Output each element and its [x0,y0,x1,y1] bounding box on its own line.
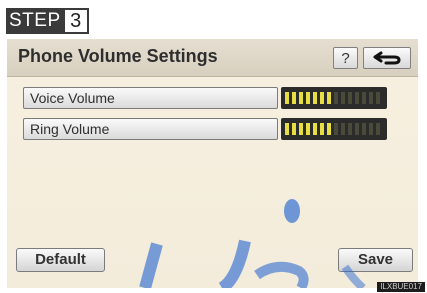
image-code: ILXBUE017 [377,282,425,292]
watermark-graphic [139,199,366,288]
step-number: 3 [64,8,89,34]
nav-screen: Phone Volume Settings ? Voice Volume Rin… [7,39,418,288]
manual-page: STEP 3 Phone Volume Settings ? Voice Vol… [0,0,427,293]
step-label: STEP [6,8,65,34]
step-indicator: STEP 3 [6,8,89,34]
